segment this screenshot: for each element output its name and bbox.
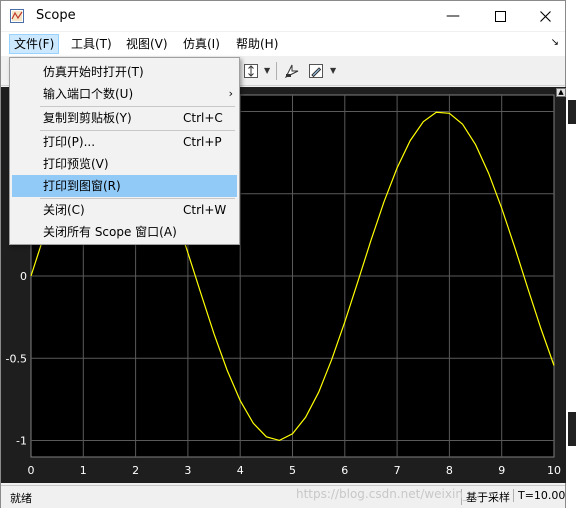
y-tick-label: -0.5 xyxy=(6,352,27,365)
menu-item-open-at-start[interactable]: 仿真开始时打开(T) xyxy=(12,61,237,83)
menu-item-close-all-scopes[interactable]: 关闭所有 Scope 窗口(A) xyxy=(12,221,237,243)
scope-window: Scope — 文件(F) 工具(T) 视图(V) 仿真(I) 帮助(H) ↘ … xyxy=(0,0,572,508)
autoscale-dropdown-icon[interactable]: ▼ xyxy=(264,66,270,75)
simulation-time: T=10.000 xyxy=(513,489,572,502)
x-tick-label: 8 xyxy=(446,464,453,477)
highlight-block-button[interactable] xyxy=(282,61,302,81)
menu-item-print[interactable]: 打印(P)... Ctrl+P xyxy=(12,131,237,153)
menu-item-shortcut: Ctrl+P xyxy=(183,135,222,149)
x-tick-label: 2 xyxy=(132,464,139,477)
y-tick-label: 0 xyxy=(20,270,27,283)
close-window-button[interactable] xyxy=(522,1,568,31)
menu-tools[interactable]: 工具(T) xyxy=(67,34,116,54)
menu-item-label: 打印(P)... xyxy=(43,135,96,149)
menu-item-label: 仿真开始时打开(T) xyxy=(43,65,144,79)
autoscale-button[interactable] xyxy=(241,61,261,81)
close-icon xyxy=(539,10,551,22)
file-menu-dropdown: 仿真开始时打开(T) 输入端口个数(U) › 复制到剪贴板(Y) Ctrl+C … xyxy=(9,57,240,245)
menu-item-shortcut: Ctrl+W xyxy=(183,203,227,217)
menu-item-input-ports[interactable]: 输入端口个数(U) › xyxy=(12,83,237,105)
menu-item-print-to-figure[interactable]: 打印到图窗(R) xyxy=(12,175,237,197)
submenu-arrow-icon: › xyxy=(228,87,233,100)
status-text: 就绪 xyxy=(10,492,32,505)
autoscale-icon xyxy=(244,64,258,78)
background-bottom-edge xyxy=(0,508,576,514)
pin-icon[interactable]: ↘ xyxy=(551,37,559,48)
menu-item-label: 打印到图窗(R) xyxy=(43,179,121,193)
title-bar[interactable]: Scope — xyxy=(1,1,565,31)
x-tick-label: 5 xyxy=(289,464,296,477)
background-glyph xyxy=(568,412,576,446)
maximize-icon xyxy=(494,10,506,22)
minimize-icon: — xyxy=(446,8,460,24)
x-tick-label: 0 xyxy=(28,464,35,477)
x-tick-label: 4 xyxy=(237,464,244,477)
x-tick-label: 10 xyxy=(547,464,561,477)
menu-file[interactable]: 文件(F) xyxy=(9,34,60,54)
x-tick-label: 3 xyxy=(184,464,191,477)
x-tick-label: 1 xyxy=(80,464,87,477)
menu-simulation[interactable]: 仿真(I) xyxy=(179,34,224,54)
menu-item-close[interactable]: 关闭(C) Ctrl+W xyxy=(12,199,237,221)
x-tick-label: 9 xyxy=(498,464,505,477)
maximize-button[interactable] xyxy=(477,1,523,31)
undock-icon[interactable]: ▲ xyxy=(556,88,566,97)
pencil-icon xyxy=(309,64,323,78)
menu-item-label: 打印预览(V) xyxy=(43,157,109,171)
watermark-text: https://blog.csdn.net/weixin_... xyxy=(296,487,481,501)
menu-item-label: 关闭所有 Scope 窗口(A) xyxy=(43,225,177,239)
menu-item-label: 关闭(C) xyxy=(43,203,85,217)
style-button[interactable] xyxy=(306,61,326,81)
highlight-block-icon xyxy=(284,64,299,79)
menu-view[interactable]: 视图(V) xyxy=(122,34,172,54)
minimize-button[interactable]: — xyxy=(430,1,476,31)
y-tick-label: -1 xyxy=(16,435,27,448)
scope-app-icon xyxy=(10,9,24,23)
status-bar: 就绪 基于采样 T=10.000 xyxy=(1,485,572,508)
x-tick-label: 7 xyxy=(394,464,401,477)
background-glyph xyxy=(568,100,576,124)
x-tick-label: 6 xyxy=(341,464,348,477)
window-title: Scope xyxy=(36,8,76,23)
menu-item-shortcut: Ctrl+C xyxy=(183,111,223,125)
menu-item-label: 输入端口个数(U) xyxy=(43,87,134,101)
menu-item-label: 复制到剪贴板(Y) xyxy=(43,111,132,125)
style-dropdown-icon[interactable]: ▼ xyxy=(330,66,336,75)
menu-item-print-preview[interactable]: 打印预览(V) xyxy=(12,153,237,175)
menu-bar: 文件(F) 工具(T) 视图(V) 仿真(I) 帮助(H) ↘ xyxy=(1,32,565,56)
menu-item-copy-to-clipboard[interactable]: 复制到剪贴板(Y) Ctrl+C xyxy=(12,107,237,129)
menu-help[interactable]: 帮助(H) xyxy=(232,34,282,54)
toolbar-separator xyxy=(276,62,277,80)
